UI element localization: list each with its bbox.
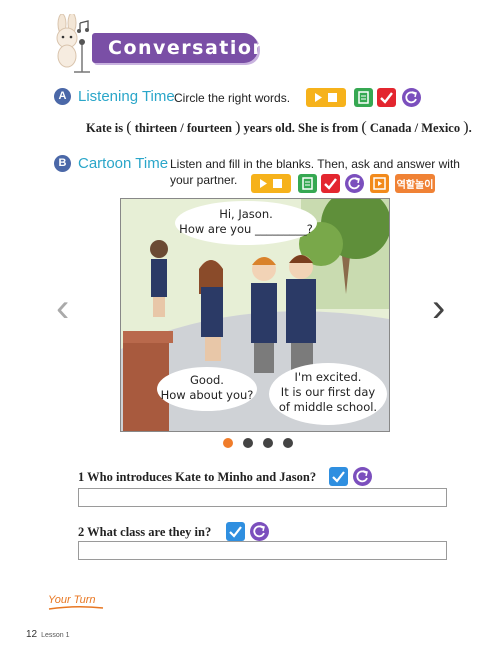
check-icon bbox=[332, 471, 345, 483]
replay-icon bbox=[405, 91, 417, 104]
speech-bubble-3: I'm excited. It is our first day of midd… bbox=[269, 363, 387, 425]
carousel-dot-4[interactable] bbox=[283, 438, 293, 448]
question-number: 1 bbox=[78, 470, 85, 484]
check-icon bbox=[380, 92, 393, 104]
section-b-badge: B bbox=[54, 155, 71, 172]
script-icon bbox=[358, 91, 369, 104]
title-banner: Conversation bbox=[92, 33, 268, 63]
check-icon bbox=[229, 526, 242, 538]
bubble-3-line-3: of middle school. bbox=[278, 400, 378, 414]
choice-fourteen[interactable]: fourteen bbox=[187, 121, 232, 135]
video-button[interactable] bbox=[370, 174, 389, 193]
next-arrow-icon[interactable]: › bbox=[432, 286, 445, 331]
section-a-badge: A bbox=[54, 88, 71, 105]
play-button[interactable] bbox=[251, 174, 291, 193]
carousel-dot-3[interactable] bbox=[263, 438, 273, 448]
replay-button[interactable] bbox=[345, 174, 364, 193]
question-number: 2 bbox=[78, 525, 85, 539]
your-turn-link[interactable]: Your Turn bbox=[48, 594, 104, 611]
answer-field-2[interactable] bbox=[78, 541, 447, 560]
your-turn-label: Your Turn bbox=[48, 594, 96, 606]
paren: ( bbox=[126, 119, 132, 136]
page-footer: 12 Lesson 1 bbox=[26, 629, 70, 640]
cartoon-panel: Hi, Jason. How are you _________? Good. … bbox=[120, 198, 390, 432]
paren: ) bbox=[235, 119, 241, 136]
role-play-button[interactable]: 역할놀이 bbox=[395, 174, 435, 193]
question-text: What class are they in? bbox=[87, 525, 212, 539]
replay-icon bbox=[348, 177, 360, 190]
check-answer-button[interactable] bbox=[329, 467, 348, 486]
check-button[interactable] bbox=[377, 88, 396, 107]
replay-button[interactable] bbox=[250, 522, 269, 541]
replay-button[interactable] bbox=[353, 467, 372, 486]
paren: ( bbox=[361, 119, 367, 136]
carousel-dot-2[interactable] bbox=[243, 438, 253, 448]
check-answer-button[interactable] bbox=[226, 522, 245, 541]
question-1: 1 Who introduces Kate to Minho and Jason… bbox=[78, 470, 316, 485]
choice-canada[interactable]: Canada bbox=[370, 121, 412, 135]
check-icon bbox=[324, 178, 337, 190]
section-a-instruction: Circle the right words. bbox=[174, 91, 291, 105]
section-b-instruction-2: your partner. bbox=[170, 173, 238, 187]
replay-icon bbox=[356, 470, 368, 483]
choice-thirteen[interactable]: thirteen bbox=[135, 121, 177, 135]
replay-icon bbox=[253, 525, 265, 538]
speech-bubble-1: Hi, Jason. How are you _________? bbox=[175, 201, 317, 245]
bubble-1-line-2: How are you _________? bbox=[179, 222, 313, 236]
script-icon bbox=[302, 177, 313, 190]
script-button[interactable] bbox=[354, 88, 373, 107]
bubble-2-line-1: Good. bbox=[190, 373, 224, 387]
lesson-label: Lesson 1 bbox=[41, 632, 70, 639]
question-2: 2 What class are they in? bbox=[78, 525, 211, 540]
page-title: Conversation bbox=[108, 37, 268, 59]
page-number: 12 bbox=[26, 629, 38, 640]
video-icon bbox=[373, 177, 386, 190]
carousel-dot-1[interactable] bbox=[223, 438, 233, 448]
bubble-3-line-2: It is our first day bbox=[280, 385, 376, 399]
section-a-title: Listening Time bbox=[78, 88, 175, 105]
bubble-2-line-2: How about you? bbox=[160, 388, 254, 402]
check-button[interactable] bbox=[321, 174, 340, 193]
answer-field-1[interactable] bbox=[78, 488, 447, 507]
listening-sentence: Kate is ( thirteen / fourteen ) years ol… bbox=[86, 119, 472, 136]
choice-mexico[interactable]: Mexico bbox=[421, 121, 460, 135]
play-icon bbox=[315, 93, 337, 102]
play-button[interactable] bbox=[306, 88, 346, 107]
play-icon bbox=[260, 179, 282, 188]
bubble-1-line-1: Hi, Jason. bbox=[219, 207, 273, 221]
sentence-text: years old. She is from bbox=[243, 121, 359, 135]
prev-arrow-icon[interactable]: ‹ bbox=[56, 286, 69, 331]
speech-bubble-2: Good. How about you? bbox=[157, 367, 257, 411]
bubble-3-line-1: I'm excited. bbox=[294, 370, 362, 384]
script-button[interactable] bbox=[298, 174, 317, 193]
section-b-title: Cartoon Time bbox=[78, 155, 169, 172]
music-note-icon bbox=[77, 20, 89, 33]
sentence-text: Kate is bbox=[86, 121, 124, 135]
sentence-end: . bbox=[468, 121, 472, 135]
replay-button[interactable] bbox=[402, 88, 421, 107]
question-text: Who introduces Kate to Minho and Jason? bbox=[87, 470, 317, 484]
section-b-instruction: Listen and fill in the blanks. Then, ask… bbox=[170, 157, 460, 171]
